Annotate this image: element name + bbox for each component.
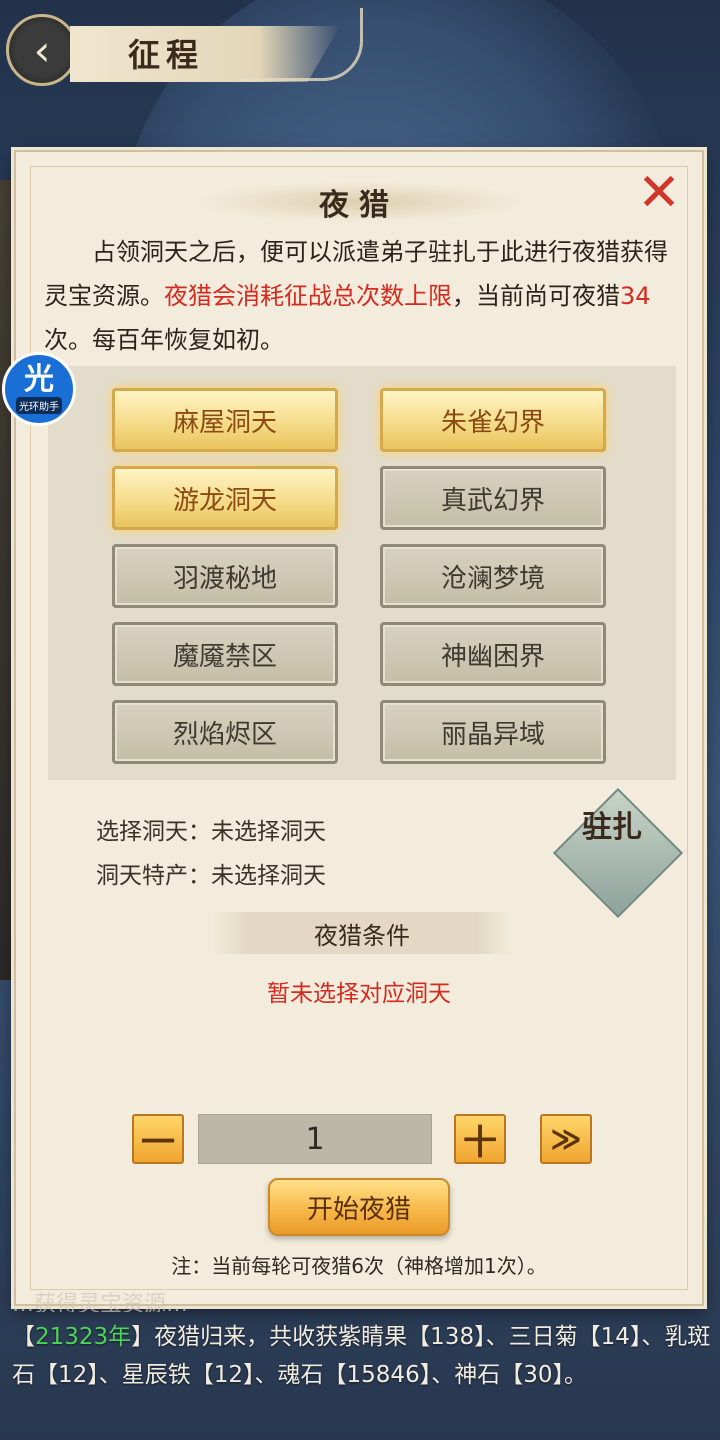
decrease-button[interactable]: 一 [132,1114,184,1164]
zone-label: 麻屋洞天 [172,407,277,438]
night-hunt-dialog: 夜猎 ✕ 占领洞天之后，便可以派遣弟子驻扎于此进行夜猎获得灵宝资源。夜猎会消耗征… [14,150,704,1306]
zone-label: 羽渡秘地 [172,563,277,594]
badge-label: 光环助手 [16,396,62,414]
log-year: 21323年 [35,1324,132,1350]
dialog-title: 夜猎 [319,188,399,223]
selected-zone-label: 选择洞天： [96,819,211,845]
page-title: 征程 [128,36,205,74]
zone-button[interactable]: 羽渡秘地 [112,544,338,608]
intro-text-2: ，当前尚可夜猎 [452,282,620,310]
zone-button[interactable]: 烈焰烬区 [112,700,338,764]
background-side-card [0,180,14,980]
selected-zone-row: 选择洞天：未选择洞天 [96,812,326,846]
zone-button[interactable]: 游龙洞天 [112,466,338,530]
log-previous-line: …获得灵宝资源… [12,1292,189,1312]
zone-label: 真武幻界 [440,485,545,516]
zone-label: 朱雀幻界 [440,407,545,438]
increase-button[interactable]: 十 [454,1114,506,1164]
minus-icon: 一 [141,1122,175,1163]
zone-produce-row: 洞天特产：未选择洞天 [96,856,326,890]
zone-label: 魔魇禁区 [172,641,277,672]
condition-title: 夜猎条件 [314,921,410,950]
back-button[interactable]: ‹ [6,14,78,86]
condition-header: 夜猎条件 [212,912,512,954]
hunt-log: 【21323年】夜猎归来，共收获紫睛果【138】、三日菊【14】、乳斑石【12】… [12,1318,712,1394]
close-button[interactable]: ✕ [636,167,682,219]
double-chevron-right-icon: ≫ [550,1121,582,1157]
remaining-count: 34 [620,282,651,310]
helper-badge[interactable]: 光 光环助手 [2,352,76,426]
intro-warning: 夜猎会消耗征战总次数上限 [164,282,452,310]
zone-label: 神幽困界 [440,641,545,672]
badge-char: 光 [24,361,54,397]
log-bracket-open: 【 [12,1324,35,1350]
zone-label: 沧澜梦境 [440,563,545,594]
plus-icon: 十 [463,1122,497,1163]
zone-label: 烈焰烬区 [172,719,277,750]
dialog-intro: 占领洞天之后，便可以派遣弟子驻扎于此进行夜猎获得灵宝资源。夜猎会消耗征战总次数上… [44,230,676,362]
zone-button[interactable]: 真武幻界 [380,466,606,530]
chevron-left-icon: ‹ [33,25,51,75]
quantity-input[interactable]: 1 [198,1114,432,1164]
station-button-label: 驻扎 [582,810,642,845]
close-x-icon: ✕ [637,163,681,223]
zone-produce-value: 未选择洞天 [211,863,326,889]
start-hunt-label: 开始夜猎 [306,1194,411,1225]
zone-grid: 麻屋洞天 朱雀幻界 游龙洞天 真武幻界 羽渡秘地 沧澜梦境 魔魇禁区 神幽困界 … [48,366,676,780]
hunt-note: 注：当前每轮可夜猎6次（神格增加1次）。 [171,1254,547,1278]
zone-button[interactable]: 魔魇禁区 [112,622,338,686]
intro-text-3: 次。每百年恢复如初。 [44,326,284,354]
title-swirl-decoration [240,8,363,81]
zone-button[interactable]: 朱雀幻界 [380,388,606,452]
top-bar: ‹ 征程 [0,0,720,100]
zone-label: 丽晶异域 [440,719,545,750]
selected-zone-value: 未选择洞天 [211,819,326,845]
zone-label: 游龙洞天 [172,485,277,516]
zone-button[interactable]: 神幽困界 [380,622,606,686]
start-hunt-button[interactable]: 开始夜猎 [268,1178,450,1236]
zone-button[interactable]: 沧澜梦境 [380,544,606,608]
zone-button[interactable]: 丽晶异域 [380,700,606,764]
condition-text: 暂未选择对应洞天 [267,981,451,1007]
max-button[interactable]: ≫ [540,1114,592,1164]
quantity-value: 1 [305,1121,325,1157]
zone-produce-label: 洞天特产： [96,863,211,889]
zone-button[interactable]: 麻屋洞天 [112,388,338,452]
